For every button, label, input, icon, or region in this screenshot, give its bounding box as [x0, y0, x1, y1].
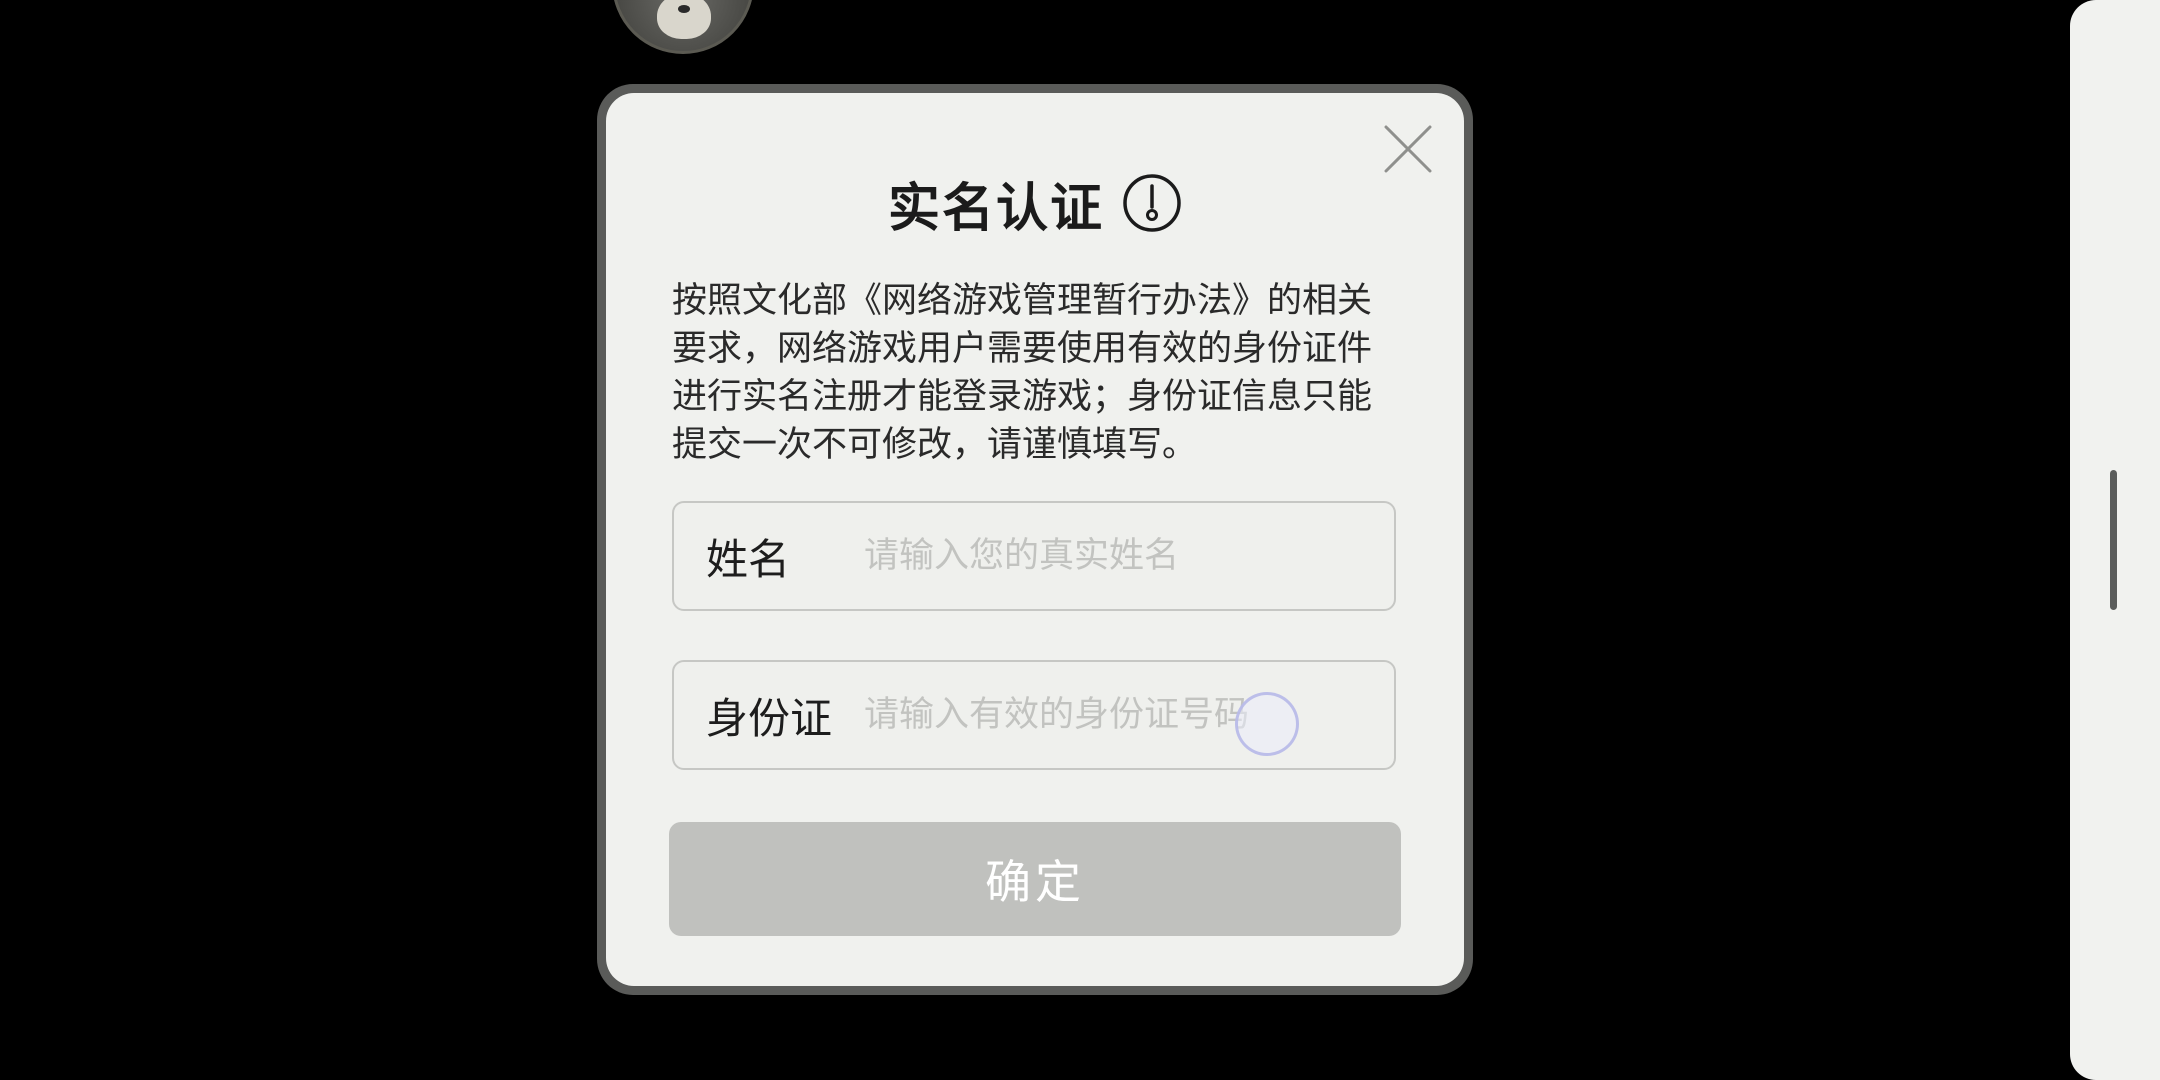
real-name-dialog: 实名认证 按照文化部《网络游戏管理暂行办法》的相关要求，网络游戏用户需要使用有效…: [597, 84, 1473, 995]
title-row: 实名认证: [606, 165, 1464, 241]
dialog-description: 按照文化部《网络游戏管理暂行办法》的相关要求，网络游戏用户需要使用有效的身份证件…: [672, 281, 1373, 465]
name-input[interactable]: [862, 535, 1346, 577]
id-number-input[interactable]: [862, 694, 1346, 736]
id-field[interactable]: 身份证: [672, 660, 1396, 770]
id-label: 身份证: [706, 693, 833, 743]
confirm-button[interactable]: 确定: [669, 822, 1401, 936]
dialog-body: 实名认证 按照文化部《网络游戏管理暂行办法》的相关要求，网络游戏用户需要使用有效…: [606, 93, 1464, 986]
avatar: [612, 0, 754, 54]
dialog-title: 实名认证: [887, 178, 1104, 239]
name-field[interactable]: 姓名: [672, 501, 1396, 611]
name-label: 姓名: [706, 534, 791, 584]
exclamation-circle-icon[interactable]: [1122, 173, 1182, 233]
side-scroll-handle[interactable]: [2110, 470, 2117, 610]
avatar-nose: [678, 5, 690, 13]
game-screen: 实名认证 按照文化部《网络游戏管理暂行办法》的相关要求，网络游戏用户需要使用有效…: [0, 0, 2160, 1080]
